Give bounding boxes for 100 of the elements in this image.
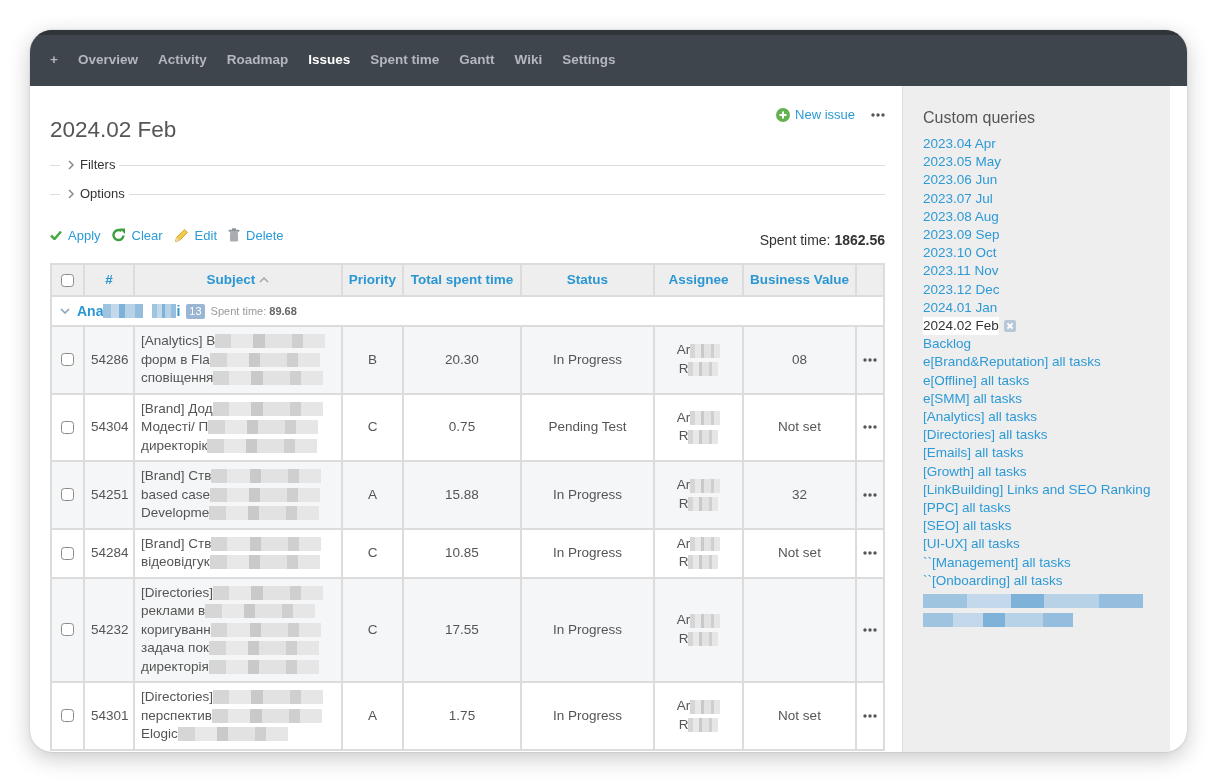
column-header[interactable]: Status	[521, 264, 654, 296]
column-header[interactable]: #	[84, 264, 134, 296]
priority-value: A	[342, 461, 403, 529]
query-link[interactable]: [Emails] all tasks	[923, 444, 1024, 463]
menu-tab[interactable]: Gantt	[459, 50, 495, 71]
more-icon[interactable]	[863, 627, 877, 632]
subject-text[interactable]: директорік	[141, 436, 208, 455]
query-link[interactable]: 2024.01 Jan	[923, 298, 998, 318]
chevron-right-icon[interactable]	[68, 160, 74, 170]
query-link[interactable]: 2023.08 Aug	[923, 207, 999, 226]
query-link[interactable]: [SEO] all tasks	[923, 517, 1012, 536]
subject-text[interactable]: перспектив	[141, 706, 212, 725]
query-link[interactable]: e[Brand&Reputation] all tasks	[923, 353, 1101, 372]
subject-text[interactable]: Модесті/ П	[141, 418, 209, 437]
subject-text[interactable]: Elogic	[141, 725, 178, 744]
trash-icon[interactable]	[228, 228, 240, 243]
query-link[interactable]: ``[Management] all tasks	[923, 553, 1071, 572]
subject-text[interactable]: реклами в	[141, 602, 206, 621]
more-icon[interactable]	[863, 713, 877, 718]
subject-text[interactable]: сповіщення	[141, 369, 214, 388]
query-link[interactable]: [LinkBuilding] Links and SEO Ranking	[923, 480, 1151, 500]
query-link[interactable]: 2023.11 Nov	[923, 262, 999, 281]
column-header[interactable]: Total spent time	[403, 264, 521, 296]
pencil-icon[interactable]	[173, 227, 189, 243]
row-checkbox[interactable]	[61, 353, 74, 367]
more-icon[interactable]	[863, 425, 877, 430]
business-value: Not set	[743, 528, 856, 578]
query-link[interactable]: 2023.07 Jul	[923, 189, 993, 208]
column-header[interactable]: Assignee	[654, 264, 743, 296]
menu-tab[interactable]: Spent time	[370, 50, 440, 71]
subject-text[interactable]: відеовідгук	[141, 553, 210, 572]
more-icon[interactable]	[863, 492, 877, 497]
menu-tab[interactable]: Roadmap	[226, 50, 289, 71]
column-header-link[interactable]: Subject	[206, 269, 256, 291]
subject-text[interactable]: форм в Fla	[141, 350, 210, 369]
apply-link[interactable]: Apply	[68, 225, 101, 245]
row-checkbox[interactable]	[61, 546, 74, 560]
delete-link[interactable]: Delete	[246, 225, 284, 245]
subject-text[interactable]: [Directories]	[141, 583, 213, 602]
subject-text[interactable]: [Analytics] В	[141, 332, 216, 351]
subject-text[interactable]: [Brand] Дод	[141, 399, 213, 418]
fieldset-toggle[interactable]: Options	[80, 184, 125, 204]
subject-text[interactable]: Developme	[141, 504, 210, 523]
clear-link[interactable]: Clear	[131, 225, 163, 245]
select-all-checkbox[interactable]	[61, 273, 74, 287]
menu-tab[interactable]: Wiki	[514, 50, 543, 71]
subject-text[interactable]: задача пок	[141, 639, 209, 658]
sort-up-icon[interactable]	[259, 277, 270, 283]
more-icon[interactable]	[863, 551, 877, 556]
query-link[interactable]: Backlog	[923, 335, 972, 354]
chevron-down-icon[interactable]	[60, 308, 70, 314]
business-value: 08	[743, 326, 856, 394]
new-issue-link[interactable]: New issue	[795, 106, 855, 124]
subject-text[interactable]: директорія	[141, 657, 209, 676]
edit-link[interactable]: Edit	[194, 225, 217, 245]
query-link[interactable]: 2023.09 Sep	[923, 226, 1000, 245]
menu-tab[interactable]: Overview	[77, 50, 138, 71]
subject-text[interactable]: [Brand] Ств	[141, 534, 212, 553]
query-link[interactable]: [Directories] all tasks	[923, 426, 1048, 445]
menu-tab[interactable]: Activity	[157, 50, 207, 71]
query-link[interactable]: [Analytics] all tasks	[923, 408, 1038, 427]
check-icon[interactable]	[50, 230, 62, 241]
query-link[interactable]: [UI-UX] all tasks	[923, 535, 1020, 554]
query-link[interactable]: 2023.04 Apr	[923, 135, 996, 154]
query-link[interactable]: [PPC] all tasks	[923, 499, 1011, 518]
row-checkbox[interactable]	[61, 709, 74, 723]
row-checkbox[interactable]	[61, 420, 74, 434]
assignee-text: R	[678, 494, 689, 513]
fieldset-toggle[interactable]: Filters	[80, 155, 116, 175]
column-header[interactable]: Business Value	[743, 264, 856, 296]
query-link[interactable]: 2024.02 Feb	[923, 317, 999, 336]
query-link[interactable]: e[SMM] all tasks	[923, 389, 1023, 409]
redacted-block	[690, 536, 721, 551]
new-menu-link[interactable]: +	[50, 50, 58, 71]
query-link[interactable]: ``[Onboarding] all tasks	[923, 571, 1063, 591]
row-checkbox[interactable]	[61, 623, 74, 637]
assignee-text: R	[678, 359, 689, 378]
assignee-text: R	[678, 427, 689, 446]
more-icon[interactable]	[863, 357, 877, 362]
query-link[interactable]: 2023.05 May	[923, 153, 1002, 172]
row-checkbox[interactable]	[61, 488, 74, 502]
subject-text[interactable]: [Directories]	[141, 688, 213, 707]
subject-text[interactable]: [Brand] Ств	[141, 467, 212, 486]
subject-text[interactable]: based case	[141, 485, 211, 504]
query-link[interactable]: 2023.10 Oct	[923, 244, 997, 263]
query-link[interactable]: 2023.12 Dec	[923, 280, 1000, 299]
menu-tab[interactable]: Settings	[562, 50, 616, 71]
column-header[interactable]: Priority	[342, 264, 403, 296]
query-link[interactable]: 2023.06 Jun	[923, 171, 998, 190]
redacted-block	[688, 632, 719, 646]
subject-text[interactable]: коригуванн	[141, 620, 211, 639]
menu-tab[interactable]: Issues	[308, 50, 351, 71]
group-name: Ana	[77, 301, 104, 321]
query-link[interactable]: e[Offline] all tasks	[923, 371, 1030, 390]
query-link[interactable]: [Growth] all tasks	[923, 462, 1027, 481]
plus-circle-icon[interactable]	[776, 108, 791, 122]
more-icon[interactable]	[871, 113, 885, 117]
chevron-right-icon[interactable]	[68, 189, 74, 199]
reload-icon[interactable]	[111, 228, 126, 243]
priority-value: C	[342, 577, 403, 682]
